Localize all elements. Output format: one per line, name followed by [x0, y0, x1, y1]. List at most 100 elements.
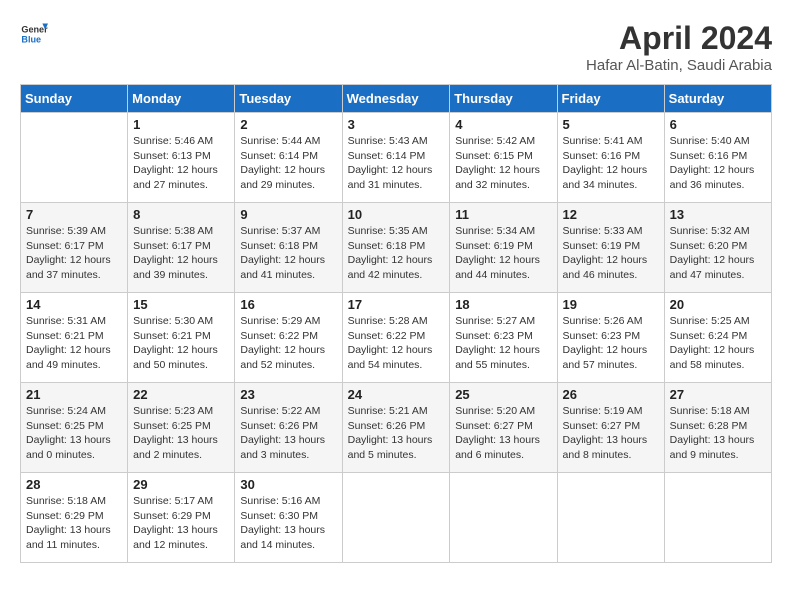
calendar-cell: 28Sunrise: 5:18 AMSunset: 6:29 PMDayligh…	[21, 473, 128, 563]
day-number: 4	[455, 117, 551, 132]
day-number: 22	[133, 387, 229, 402]
day-number: 24	[348, 387, 445, 402]
day-number: 18	[455, 297, 551, 312]
calendar-cell: 18 Sunrise: 5:27 AMSunset: 6:23 PMDayligh…	[450, 293, 557, 383]
calendar-cell: 9 Sunrise: 5:37 AMSunset: 6:18 PMDaylight…	[235, 203, 342, 293]
calendar-day-header: Saturday	[664, 85, 771, 113]
day-info: Sunrise: 5:43 AMSunset: 6:14 PMDaylight:…	[348, 134, 445, 193]
calendar-cell	[450, 473, 557, 563]
day-number: 17	[348, 297, 445, 312]
day-info: Sunrise: 5:17 AMSunset: 6:29 PMDaylight:…	[133, 494, 229, 553]
calendar-cell: 13 Sunrise: 5:32 AMSunset: 6:20 PMDayligh…	[664, 203, 771, 293]
day-number: 3	[348, 117, 445, 132]
calendar-table: SundayMondayTuesdayWednesdayThursdayFrid…	[20, 84, 772, 563]
calendar-cell: 2 Sunrise: 5:44 AMSunset: 6:14 PMDaylight…	[235, 113, 342, 203]
day-info: Sunrise: 5:22 AMSunset: 6:26 PMDaylight:…	[240, 404, 336, 463]
day-info: Sunrise: 5:20 AMSunset: 6:27 PMDaylight:…	[455, 404, 551, 463]
page-header: General Blue April 2024 Hafar Al-Batin, …	[20, 20, 772, 74]
calendar-cell	[557, 473, 664, 563]
day-number: 29	[133, 477, 229, 492]
calendar-cell: 10 Sunrise: 5:35 AMSunset: 6:18 PMDayligh…	[342, 203, 450, 293]
day-number: 1	[133, 117, 229, 132]
day-number: 7	[26, 207, 122, 222]
calendar-cell: 7 Sunrise: 5:39 AMSunset: 6:17 PMDaylight…	[21, 203, 128, 293]
calendar-header-row: SundayMondayTuesdayWednesdayThursdayFrid…	[21, 85, 772, 113]
calendar-cell: 29 Sunrise: 5:17 AMSunset: 6:29 PMDayligh…	[128, 473, 235, 563]
calendar-day-header: Thursday	[450, 85, 557, 113]
day-info: Sunrise: 5:44 AMSunset: 6:14 PMDaylight:…	[240, 134, 336, 193]
day-number: 19	[563, 297, 659, 312]
day-info: Sunrise: 5:24 AMSunset: 6:25 PMDaylight:…	[26, 404, 122, 463]
calendar-week-row: 1 Sunrise: 5:46 AMSunset: 6:13 PMDaylight…	[21, 113, 772, 203]
calendar-cell: 19 Sunrise: 5:26 AMSunset: 6:23 PMDayligh…	[557, 293, 664, 383]
day-number: 13	[670, 207, 766, 222]
day-number: 16	[240, 297, 336, 312]
calendar-cell: 6 Sunrise: 5:40 AMSunset: 6:16 PMDaylight…	[664, 113, 771, 203]
calendar-cell: 1 Sunrise: 5:46 AMSunset: 6:13 PMDaylight…	[128, 113, 235, 203]
calendar-cell: 5 Sunrise: 5:41 AMSunset: 6:16 PMDaylight…	[557, 113, 664, 203]
calendar-cell: 17 Sunrise: 5:28 AMSunset: 6:22 PMDayligh…	[342, 293, 450, 383]
svg-text:Blue: Blue	[21, 34, 41, 44]
calendar-day-header: Sunday	[21, 85, 128, 113]
day-number: 15	[133, 297, 229, 312]
day-info: Sunrise: 5:19 AMSunset: 6:27 PMDaylight:…	[563, 404, 659, 463]
calendar-week-row: 21 Sunrise: 5:24 AMSunset: 6:25 PMDayligh…	[21, 383, 772, 473]
calendar-cell: 3 Sunrise: 5:43 AMSunset: 6:14 PMDaylight…	[342, 113, 450, 203]
day-info: Sunrise: 5:35 AMSunset: 6:18 PMDaylight:…	[348, 224, 445, 283]
day-number: 6	[670, 117, 766, 132]
day-number: 5	[563, 117, 659, 132]
day-info: Sunrise: 5:23 AMSunset: 6:25 PMDaylight:…	[133, 404, 229, 463]
main-title: April 2024	[586, 20, 772, 57]
calendar-cell: 20Sunrise: 5:25 AMSunset: 6:24 PMDayligh…	[664, 293, 771, 383]
calendar-cell: 25 Sunrise: 5:20 AMSunset: 6:27 PMDayligh…	[450, 383, 557, 473]
calendar-cell	[21, 113, 128, 203]
calendar-cell: 23 Sunrise: 5:22 AMSunset: 6:26 PMDayligh…	[235, 383, 342, 473]
calendar-week-row: 7 Sunrise: 5:39 AMSunset: 6:17 PMDaylight…	[21, 203, 772, 293]
day-number: 30	[240, 477, 336, 492]
day-number: 10	[348, 207, 445, 222]
day-number: 2	[240, 117, 336, 132]
day-number: 9	[240, 207, 336, 222]
day-info: Sunrise: 5:31 AMSunset: 6:21 PMDaylight:…	[26, 314, 122, 373]
day-number: 14	[26, 297, 122, 312]
calendar-cell: 27Sunrise: 5:18 AMSunset: 6:28 PMDayligh…	[664, 383, 771, 473]
day-number: 11	[455, 207, 551, 222]
day-info: Sunrise: 5:40 AMSunset: 6:16 PMDaylight:…	[670, 134, 766, 193]
calendar-day-header: Friday	[557, 85, 664, 113]
calendar-week-row: 28Sunrise: 5:18 AMSunset: 6:29 PMDayligh…	[21, 473, 772, 563]
day-number: 12	[563, 207, 659, 222]
day-info: Sunrise: 5:27 AMSunset: 6:23 PMDaylight:…	[455, 314, 551, 373]
calendar-cell: 8Sunrise: 5:38 AMSunset: 6:17 PMDaylight…	[128, 203, 235, 293]
calendar-cell: 14 Sunrise: 5:31 AMSunset: 6:21 PMDayligh…	[21, 293, 128, 383]
calendar-day-header: Wednesday	[342, 85, 450, 113]
day-info: Sunrise: 5:28 AMSunset: 6:22 PMDaylight:…	[348, 314, 445, 373]
day-number: 26	[563, 387, 659, 402]
calendar-week-row: 14 Sunrise: 5:31 AMSunset: 6:21 PMDayligh…	[21, 293, 772, 383]
calendar-cell: 30 Sunrise: 5:16 AMSunset: 6:30 PMDayligh…	[235, 473, 342, 563]
day-info: Sunrise: 5:16 AMSunset: 6:30 PMDaylight:…	[240, 494, 336, 553]
day-info: Sunrise: 5:46 AMSunset: 6:13 PMDaylight:…	[133, 134, 229, 193]
calendar-cell: 21 Sunrise: 5:24 AMSunset: 6:25 PMDayligh…	[21, 383, 128, 473]
day-info: Sunrise: 5:32 AMSunset: 6:20 PMDaylight:…	[670, 224, 766, 283]
calendar-cell: 4 Sunrise: 5:42 AMSunset: 6:15 PMDaylight…	[450, 113, 557, 203]
logo-icon: General Blue	[20, 20, 48, 48]
day-number: 25	[455, 387, 551, 402]
day-info: Sunrise: 5:30 AMSunset: 6:21 PMDaylight:…	[133, 314, 229, 373]
day-info: Sunrise: 5:39 AMSunset: 6:17 PMDaylight:…	[26, 224, 122, 283]
calendar-cell: 11 Sunrise: 5:34 AMSunset: 6:19 PMDayligh…	[450, 203, 557, 293]
calendar-cell: 16 Sunrise: 5:29 AMSunset: 6:22 PMDayligh…	[235, 293, 342, 383]
day-info: Sunrise: 5:42 AMSunset: 6:15 PMDaylight:…	[455, 134, 551, 193]
calendar-cell: 15 Sunrise: 5:30 AMSunset: 6:21 PMDayligh…	[128, 293, 235, 383]
day-number: 21	[26, 387, 122, 402]
day-info: Sunrise: 5:26 AMSunset: 6:23 PMDaylight:…	[563, 314, 659, 373]
calendar-cell	[342, 473, 450, 563]
day-info: Sunrise: 5:41 AMSunset: 6:16 PMDaylight:…	[563, 134, 659, 193]
day-info: Sunrise: 5:38 AMSunset: 6:17 PMDaylight:…	[133, 224, 229, 283]
day-number: 20	[670, 297, 766, 312]
day-number: 23	[240, 387, 336, 402]
day-info: Sunrise: 5:29 AMSunset: 6:22 PMDaylight:…	[240, 314, 336, 373]
calendar-cell: 26 Sunrise: 5:19 AMSunset: 6:27 PMDayligh…	[557, 383, 664, 473]
day-info: Sunrise: 5:34 AMSunset: 6:19 PMDaylight:…	[455, 224, 551, 283]
day-info: Sunrise: 5:37 AMSunset: 6:18 PMDaylight:…	[240, 224, 336, 283]
day-info: Sunrise: 5:18 AMSunset: 6:29 PMDaylight:…	[26, 494, 122, 553]
